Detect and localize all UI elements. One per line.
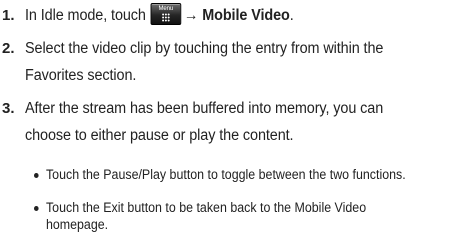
bullet-text: Touch the Pause/Play button to toggle be…	[34, 166, 466, 183]
mobile-video-label: Mobile Video	[202, 7, 290, 24]
step-text: After the stream has been buffered into …	[25, 95, 466, 149]
menu-key-icon: Menu	[150, 3, 182, 25]
instructions-page: 1. In Idle mode, touch Menu → Mobile Video…	[0, 0, 468, 247]
menu-grid-icon	[161, 13, 171, 22]
step-number: 2.	[2, 40, 15, 57]
bullet-dot	[34, 206, 39, 211]
step-line: After the stream has been buffered into …	[25, 100, 384, 117]
step-text-end: .	[289, 7, 294, 24]
step-line: Favorites section.	[25, 67, 137, 84]
step-text-start: In Idle mode, touch	[25, 7, 146, 24]
arrow-icon: →	[183, 7, 199, 24]
step-text: In Idle mode, touch Menu → Mobile Video.	[25, 2, 466, 29]
bullet-item: Touch the Pause/Play button to toggle be…	[34, 166, 466, 183]
bullet-text: Touch the Exit button to be taken back t…	[34, 199, 466, 233]
bullet-line: Touch the Exit button to be taken back t…	[45, 200, 367, 215]
bullet-dot	[34, 173, 39, 178]
step-number: 3.	[2, 100, 15, 117]
step-line: choose to either pause or play the conte…	[25, 127, 294, 144]
menu-key-label: Menu	[158, 5, 174, 12]
step-number: 1.	[2, 7, 15, 24]
step-text: Select the video clip by touching the en…	[25, 35, 466, 89]
step-line: Select the video clip by touching the en…	[25, 40, 384, 57]
bullet-item: Touch the Exit button to be taken back t…	[34, 199, 466, 233]
bullet-line: homepage.	[45, 217, 109, 232]
step-line: In Idle mode, touch Menu → Mobile Video.	[25, 2, 466, 29]
bullet-line: Touch the Pause/Play button to toggle be…	[45, 167, 406, 182]
